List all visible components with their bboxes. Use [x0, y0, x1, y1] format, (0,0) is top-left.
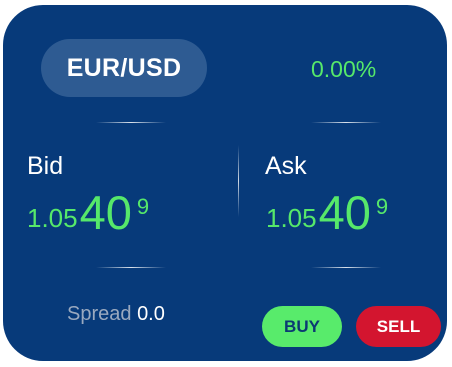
ask-price-pip: 9: [375, 194, 389, 219]
ask-price: 1.05 40 9: [266, 186, 389, 239]
divider-vertical: [238, 145, 239, 217]
ask-label: Ask: [265, 152, 307, 180]
bid-price: 1.05 40 9: [27, 186, 150, 239]
divider-top-right: [311, 122, 381, 123]
spread-value: 0.0: [137, 303, 165, 325]
spread-display: Spread 0.0: [67, 303, 165, 326]
currency-pair-label: EUR/USD: [66, 53, 182, 82]
currency-pair-badge[interactable]: EUR/USD: [41, 39, 207, 97]
divider-bottom-right: [311, 267, 381, 268]
sell-button[interactable]: SELL: [356, 306, 441, 347]
ask-price-big: 40: [318, 186, 371, 239]
ask-price-prefix: 1.05: [266, 203, 317, 233]
buy-button[interactable]: BUY: [262, 306, 342, 347]
bid-label: Bid: [27, 152, 64, 180]
bid-price-big: 40: [79, 186, 132, 239]
bid-price-prefix: 1.05: [27, 203, 78, 233]
bid-price-pip: 9: [136, 194, 150, 219]
change-percentage: 0.00%: [311, 56, 377, 82]
divider-bottom-left: [96, 267, 166, 268]
ticker-card: EUR/USD 0.00% Bid 1.05 40 9 Ask 1.05 40 …: [3, 5, 447, 361]
spread-label: Spread: [67, 303, 132, 325]
divider-top-left: [96, 122, 166, 123]
